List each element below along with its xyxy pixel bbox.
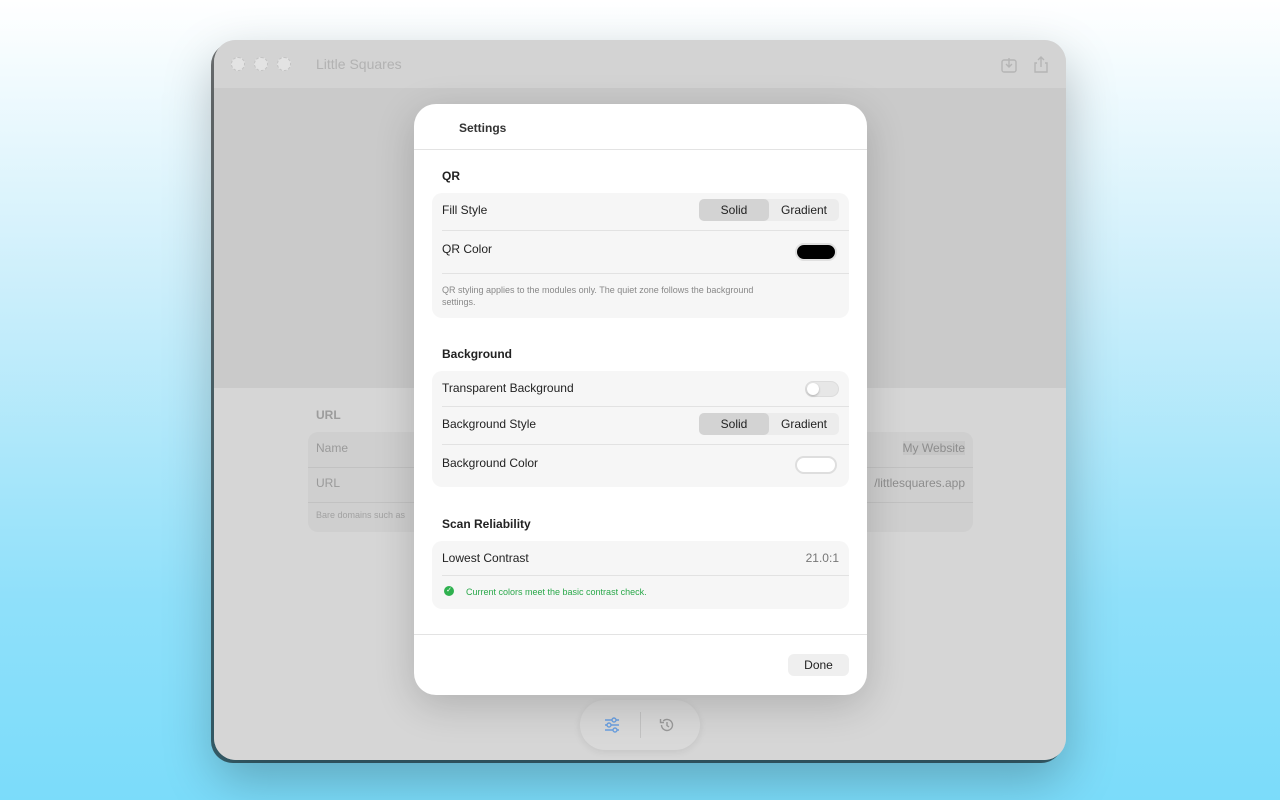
zoom-window-button[interactable] [277, 57, 291, 71]
background-style-gradient-option[interactable]: Gradient [769, 413, 839, 435]
url-field-label: URL [316, 476, 341, 490]
window-controls [231, 57, 291, 71]
app-title: Little Squares [316, 56, 402, 72]
title-bar: Little Squares [214, 40, 1066, 88]
qr-note: QR styling applies to the modules only. … [442, 285, 754, 307]
history-icon[interactable] [658, 716, 676, 734]
close-window-button[interactable] [231, 57, 245, 71]
dialog-title: Settings [459, 121, 507, 135]
row-divider [442, 444, 849, 445]
row-divider [442, 575, 849, 576]
bottom-toolbar [580, 700, 700, 750]
background-style-label: Background Style [442, 417, 537, 431]
qr-section-title: QR [442, 169, 460, 183]
fill-style-label: Fill Style [442, 203, 488, 217]
background-style-solid-option[interactable]: Solid [699, 413, 769, 435]
form-note: Bare domains such as [316, 510, 406, 520]
scan-reliability-section-title: Scan Reliability [442, 517, 531, 531]
form-section-title: URL [316, 408, 341, 422]
fill-style-gradient-option[interactable]: Gradient [769, 199, 839, 221]
dialog-header: Settings [414, 104, 867, 150]
background-color-well[interactable] [795, 456, 837, 474]
done-button[interactable]: Done [788, 654, 849, 676]
background-style-segmented-control: Solid Gradient [699, 413, 839, 435]
toggle-knob [807, 383, 819, 395]
name-field-label: Name [316, 441, 349, 455]
dialog-footer-divider [414, 634, 867, 635]
lowest-contrast-label: Lowest Contrast [442, 551, 529, 565]
url-field-value[interactable]: /littlesquares.app [874, 476, 965, 490]
name-field-value[interactable]: My Website [902, 441, 965, 455]
fill-style-segmented-control: Solid Gradient [699, 199, 839, 221]
scan-reliability-card: Lowest Contrast 21.0:1 ✓ Current colors … [432, 541, 849, 609]
contrast-status-text: Current colors meet the basic contrast c… [466, 587, 647, 597]
minimize-window-button[interactable] [254, 57, 268, 71]
transparent-background-toggle[interactable] [805, 381, 839, 397]
transparent-background-label: Transparent Background [442, 381, 574, 395]
background-color-label: Background Color [442, 456, 539, 470]
qr-color-well[interactable] [795, 243, 837, 261]
fill-style-solid-option[interactable]: Solid [699, 199, 769, 221]
row-divider [442, 230, 849, 231]
settings-dialog: Settings QR Fill Style Solid Gradient QR… [414, 104, 867, 695]
sliders-icon[interactable] [603, 716, 621, 734]
background-settings-card: Transparent Background Background Style … [432, 371, 849, 487]
qr-color-label: QR Color [442, 242, 493, 256]
download-icon[interactable] [1000, 56, 1018, 74]
qr-settings-card: Fill Style Solid Gradient QR Color QR st… [432, 193, 849, 318]
toolbar-separator [640, 712, 641, 738]
share-icon[interactable] [1032, 56, 1050, 74]
background-section-title: Background [442, 347, 513, 361]
checkmark-icon: ✓ [444, 586, 454, 596]
row-divider [442, 406, 849, 407]
row-divider [442, 273, 849, 274]
lowest-contrast-value: 21.0:1 [805, 551, 839, 565]
